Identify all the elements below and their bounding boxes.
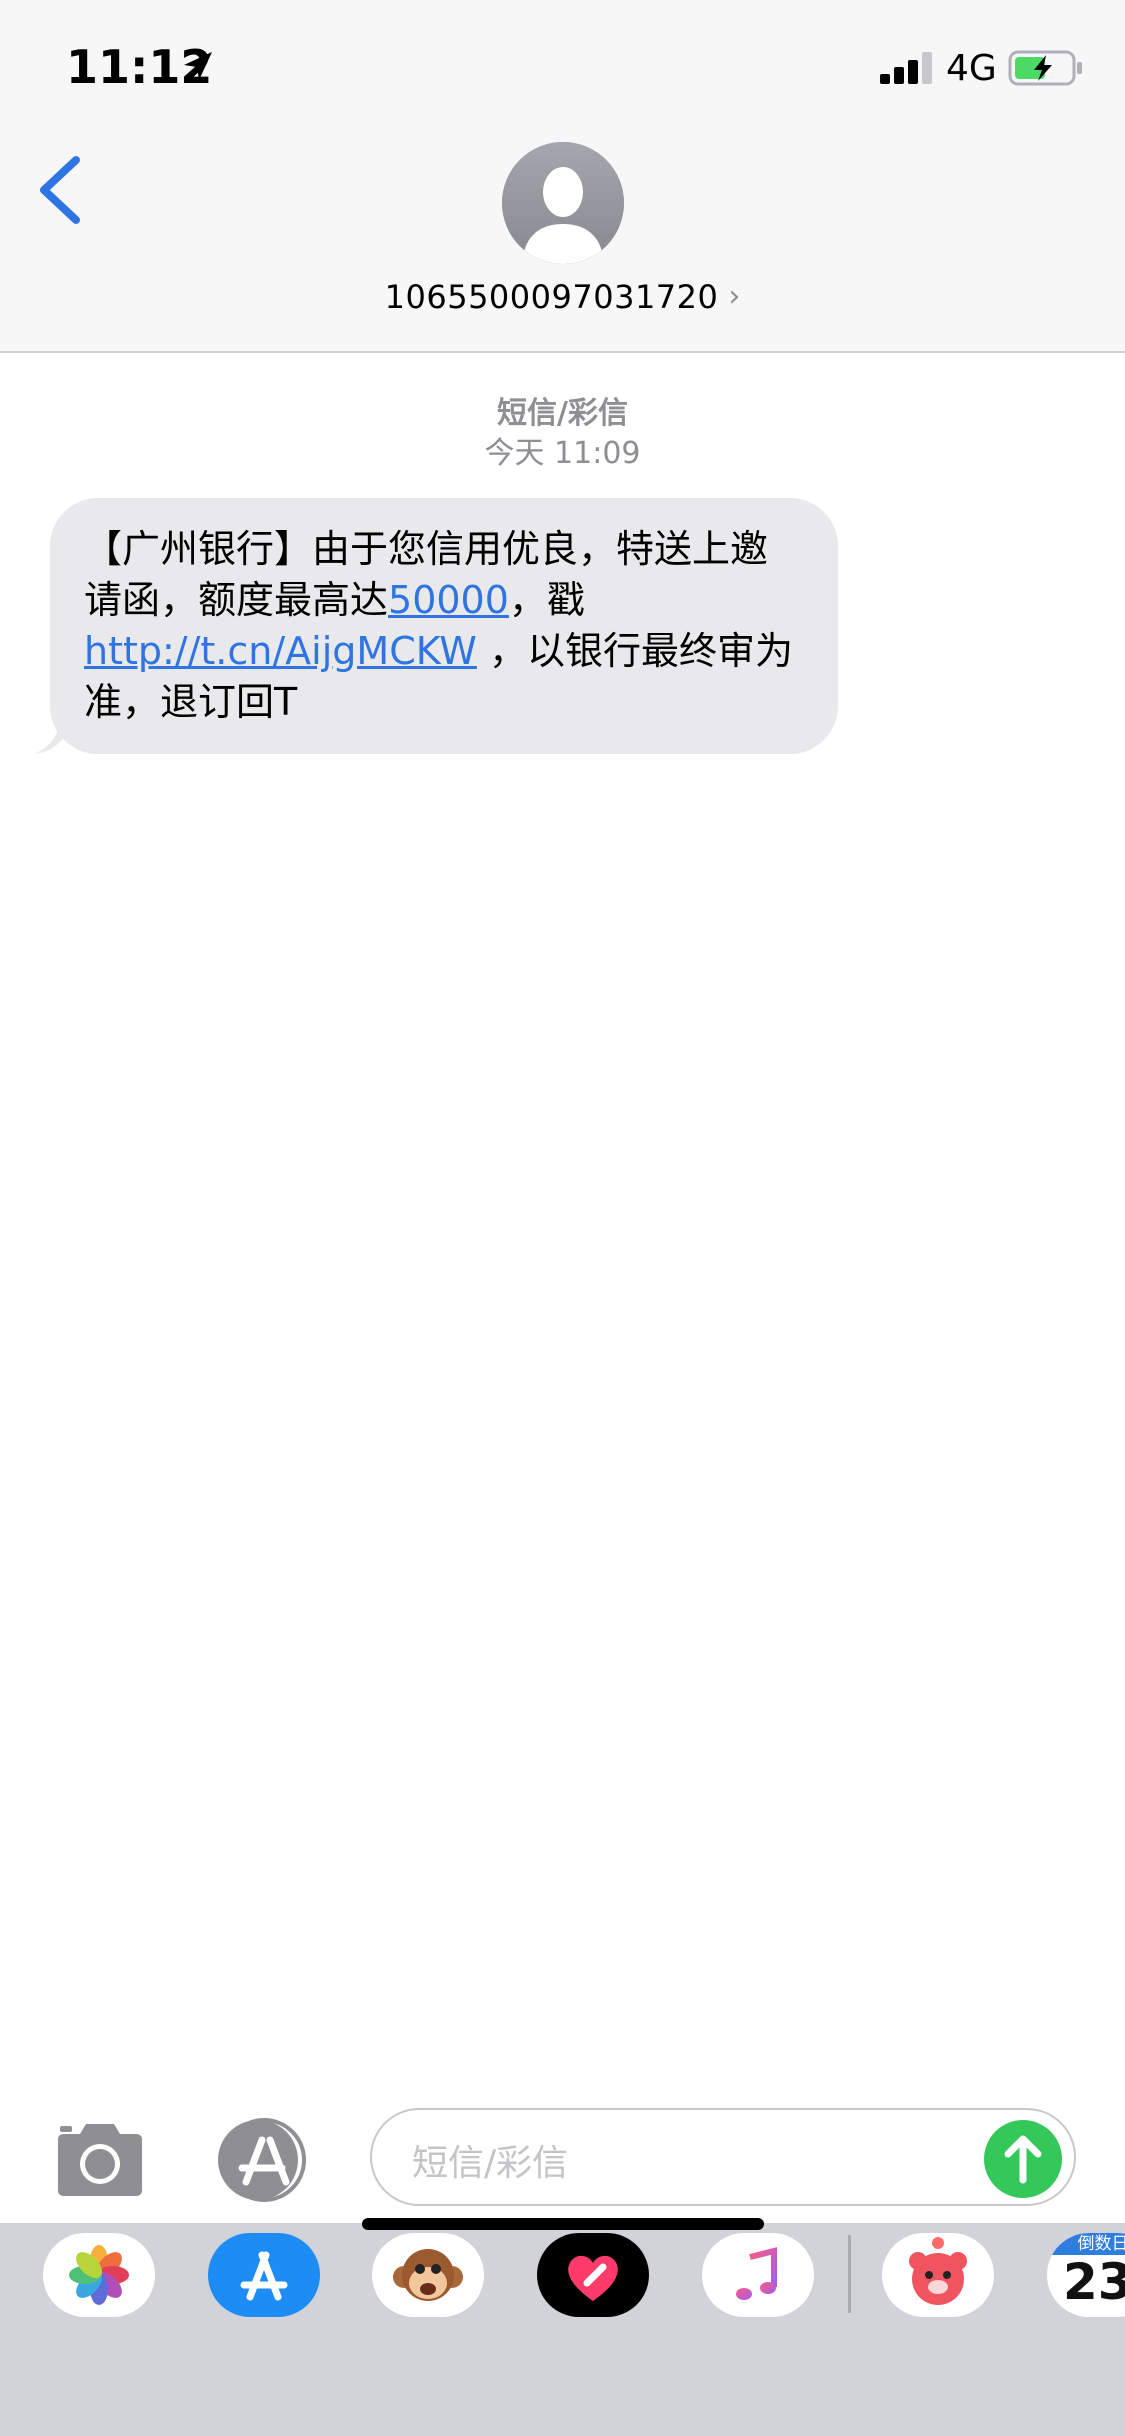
music-note-icon <box>736 2247 777 2300</box>
countdown-app-label: 倒数日 <box>1047 2233 1125 2255</box>
send-button[interactable] <box>984 2120 1062 2198</box>
messages-screen: 11:12 4G 1065500097031720 › 短信/彩信 今天 11:… <box>0 0 1125 2436</box>
message-input-placeholder: 短信/彩信 <box>412 2143 569 2184</box>
music-app-button[interactable] <box>702 2233 814 2317</box>
incoming-message-bubble[interactable]: 【广州银行】由于您信用优良，特送上邀请函，额度最高达50000，戳 http://… <box>50 498 838 754</box>
contact-avatar[interactable] <box>502 142 624 264</box>
amount-link[interactable]: 50000 <box>388 578 509 622</box>
network-type: 4G <box>946 48 997 89</box>
bear-sticker-icon <box>909 2237 967 2305</box>
message-timestamp: 今天 11:09 <box>484 436 641 471</box>
photos-app-button[interactable] <box>43 2233 155 2317</box>
contact-name: 1065500097031720 <box>384 278 719 316</box>
location-arrow-icon <box>184 52 212 80</box>
countdown-app-value: 23 <box>1063 2253 1125 2311</box>
message-input[interactable]: 短信/彩信 <box>370 2108 1076 2206</box>
app-store-app-button[interactable] <box>208 2233 320 2317</box>
contact-details-button[interactable]: 1065500097031720 › <box>0 278 1125 324</box>
countdown-app-button[interactable]: 倒数日 23 <box>1047 2233 1125 2317</box>
animoji-app-button[interactable] <box>372 2233 484 2317</box>
arrow-up-icon <box>1004 2135 1042 2184</box>
cellular-signal-icon <box>880 52 932 84</box>
person-silhouette-icon <box>502 142 624 264</box>
app-store-icon[interactable] <box>210 2110 320 2210</box>
conversation-header: 11:12 4G 1065500097031720 › <box>0 0 1125 353</box>
home-indicator[interactable] <box>362 2218 764 2230</box>
bear-sticker-app-button[interactable] <box>882 2233 994 2317</box>
back-button[interactable] <box>30 150 90 230</box>
message-text: 【广州银行】由于您信用优良，特送上邀请函，额度最高达50000，戳 http://… <box>84 524 802 728</box>
chevron-right-icon: › <box>728 279 741 314</box>
app-store-app-icon <box>240 2251 288 2301</box>
photos-icon <box>69 2245 129 2305</box>
digital-touch-heart-icon <box>568 2255 618 2301</box>
digital-touch-app-button[interactable] <box>537 2233 649 2317</box>
imessage-app-drawer: 倒数日 23 <box>0 2223 1125 2436</box>
message-type-label: 短信/彩信 <box>497 396 628 431</box>
camera-button[interactable] <box>50 2120 150 2200</box>
drawer-divider <box>848 2235 851 2313</box>
message-text-part: ，戳 <box>508 578 585 622</box>
url-link[interactable]: http://t.cn/AijgMCKW <box>84 629 477 673</box>
battery-charging-icon <box>1008 50 1082 86</box>
monkey-animoji-icon <box>393 2249 463 2301</box>
